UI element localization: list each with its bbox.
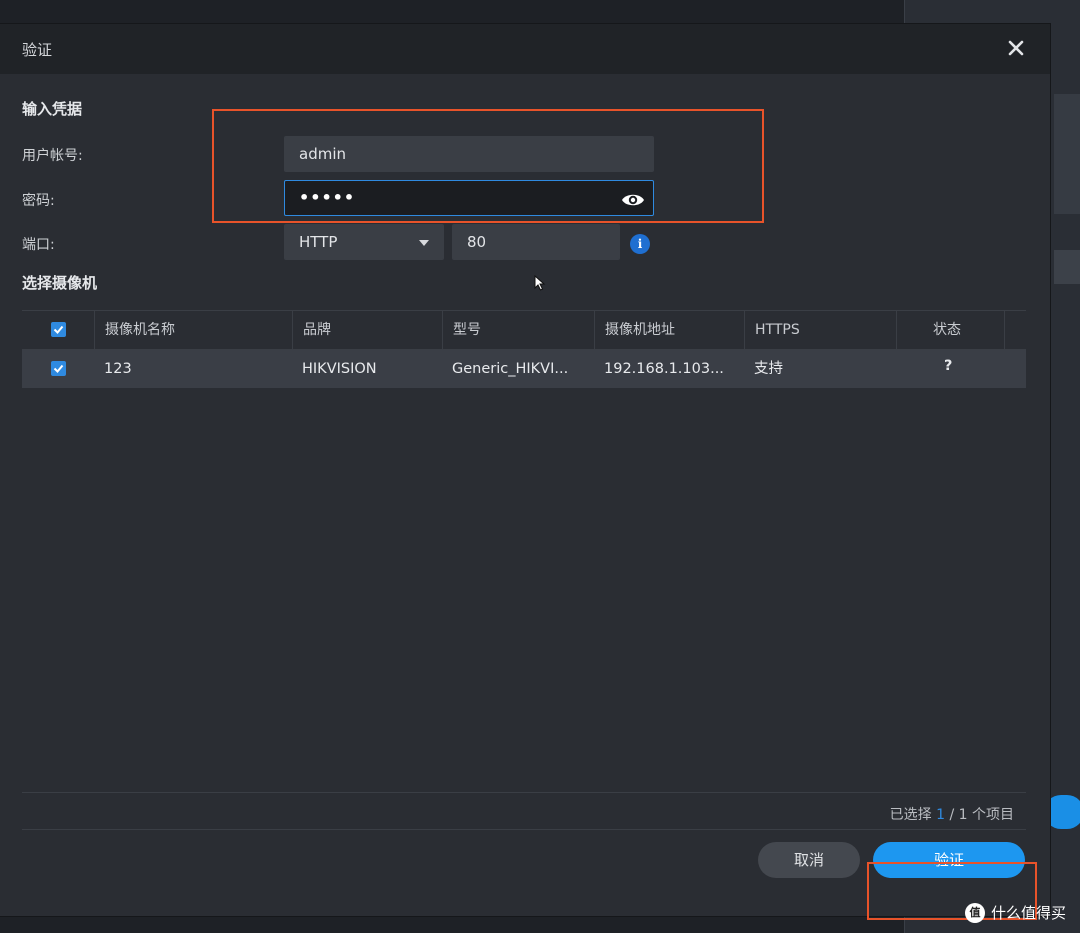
footer-divider-top — [22, 792, 1026, 793]
camera-table: 摄像机名称 品牌 型号 摄像机地址 HTTPS 状态 123 HIKVISION… — [22, 310, 1026, 388]
cell-address: 192.168.1.103... — [604, 361, 724, 377]
selection-number: 1 — [936, 807, 946, 823]
password-input[interactable]: ••••• — [284, 180, 654, 216]
background-panel-block-2 — [1054, 250, 1080, 284]
select-all-checkbox[interactable] — [51, 322, 66, 337]
protocol-value: HTTP — [299, 233, 338, 251]
watermark: 值 什么值得买 — [964, 902, 1066, 923]
dialog-titlebar: 验证 — [0, 24, 1050, 74]
row-checkbox[interactable] — [51, 361, 66, 376]
selection-prefix: 已选择 — [889, 807, 932, 823]
cell-https: 支持 — [754, 361, 783, 377]
table-header: 摄像机名称 品牌 型号 摄像机地址 HTTPS 状态 — [22, 310, 1026, 350]
eye-icon[interactable] — [621, 188, 645, 208]
selection-suffix: 1 个项目 — [958, 807, 1014, 823]
column-header-brand[interactable]: 品牌 — [292, 311, 442, 349]
column-header-model[interactable]: 型号 — [442, 311, 594, 349]
verify-button[interactable]: 验证 — [873, 842, 1025, 878]
cell-model: Generic_HIKVI... — [452, 361, 569, 377]
selection-separator: / — [949, 807, 955, 823]
port-input[interactable]: 80 — [452, 224, 620, 260]
cell-brand: HIKVISION — [302, 361, 377, 377]
username-label: 用户帐号: — [22, 148, 83, 164]
column-header-spacer — [1004, 311, 1026, 349]
password-value: ••••• — [299, 188, 356, 207]
table-row[interactable]: 123 HIKVISION Generic_HIKVI... 192.168.1… — [22, 350, 1026, 388]
mouse-cursor-icon — [534, 274, 546, 295]
cancel-button[interactable]: 取消 — [758, 842, 860, 878]
watermark-logo: 值 — [964, 902, 985, 923]
verify-dialog: 验证 输入凭据 用户帐号: admin 密码: ••••• 端口: HTTP 8… — [0, 24, 1050, 916]
camera-section-title: 选择摄像机 — [22, 274, 98, 292]
protocol-select[interactable]: HTTP — [284, 224, 444, 260]
info-icon[interactable]: i — [630, 234, 650, 254]
credentials-section-title: 输入凭据 — [22, 100, 83, 118]
chevron-down-icon — [419, 240, 429, 246]
selection-count: 已选择 1 / 1 个项目 — [890, 804, 1014, 824]
column-header-status[interactable]: 状态 — [896, 311, 1004, 349]
close-icon[interactable] — [1004, 36, 1028, 60]
column-header-name[interactable]: 摄像机名称 — [94, 311, 292, 349]
username-input[interactable]: admin — [284, 136, 654, 172]
footer-divider-bottom — [22, 829, 1026, 830]
column-header-https[interactable]: HTTPS — [744, 311, 896, 349]
port-label: 端口: — [22, 237, 55, 253]
cell-name: 123 — [104, 361, 132, 377]
password-label: 密码: — [22, 193, 55, 209]
background-panel-block — [1054, 94, 1080, 214]
status-question-icon: ? — [944, 358, 953, 374]
column-header-address[interactable]: 摄像机地址 — [594, 311, 744, 349]
dialog-title: 验证 — [22, 41, 53, 59]
watermark-text: 什么值得买 — [990, 904, 1066, 922]
